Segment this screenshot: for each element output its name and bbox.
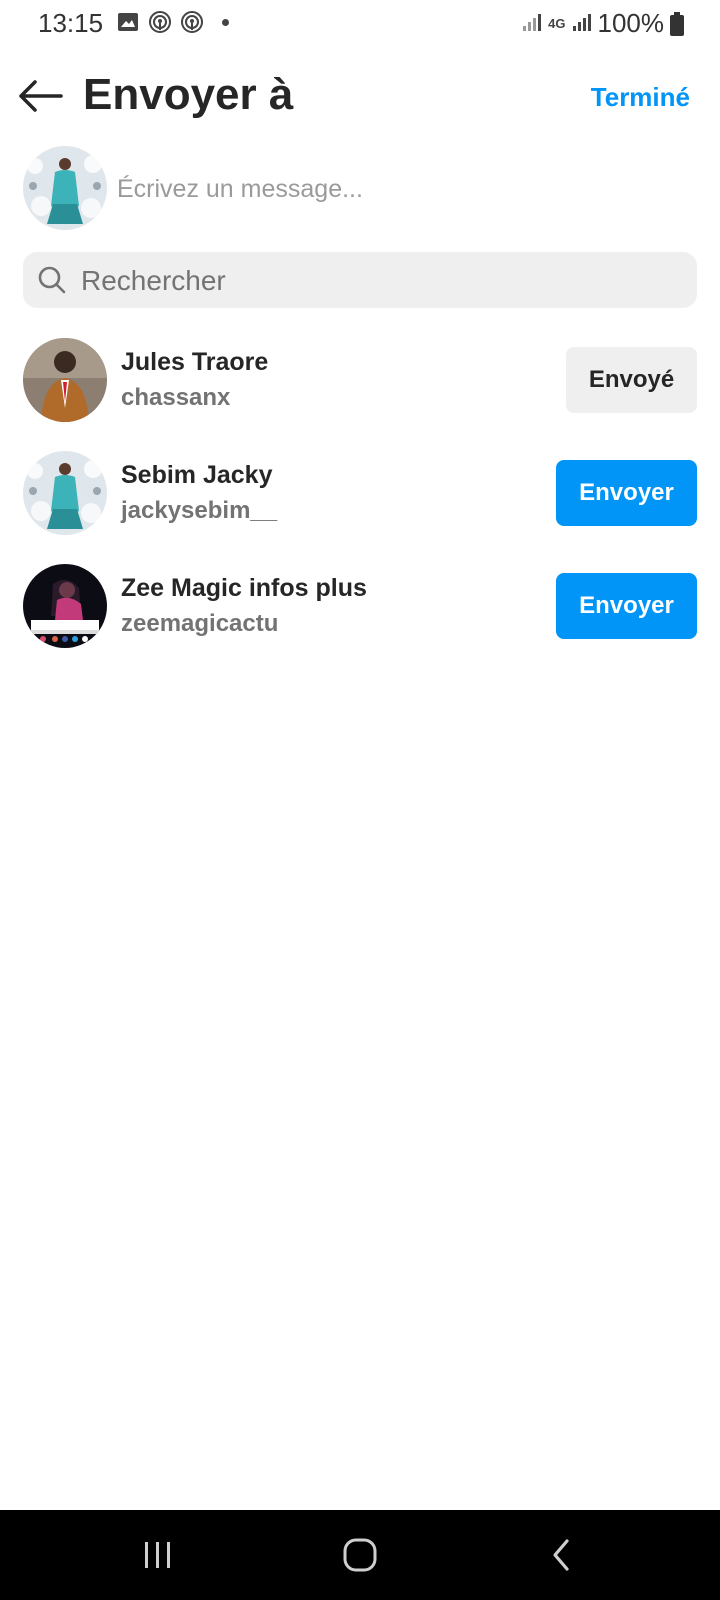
header: Envoyer à Terminé [0, 60, 720, 134]
contact-username: jackysebim__ [121, 497, 278, 524]
battery-level: 100% [597, 8, 665, 38]
contact-row[interactable]: Zee Magic infos plus zeemagicactu Envoye… [0, 562, 720, 652]
contact-username: zeemagicactu [121, 610, 279, 637]
status-time: 13:15 [38, 8, 104, 38]
home-button[interactable] [330, 1528, 390, 1582]
page-title: Envoyer à [83, 70, 294, 119]
podcast-icon [148, 10, 172, 34]
post-thumbnail [23, 146, 107, 230]
system-nav-bar [0, 1510, 720, 1600]
contact-name: Sebim Jacky [121, 461, 273, 489]
back-nav-button[interactable] [532, 1528, 592, 1582]
status-bar: 13:15 4G 100% [0, 0, 720, 46]
battery-icon [670, 11, 684, 36]
contact-row[interactable]: Jules Traore chassanx Envoyé [0, 336, 720, 426]
chevron-left-icon [553, 1539, 569, 1571]
home-icon [343, 1538, 377, 1572]
search-bar[interactable] [23, 252, 697, 308]
signal-icon [522, 8, 542, 39]
network-type: 4G [548, 15, 566, 31]
system-status: 4G 100% [522, 8, 684, 39]
contact-name: Zee Magic infos plus [121, 574, 367, 602]
send-button[interactable]: Envoyer [556, 573, 697, 639]
podcast-icon [180, 10, 204, 34]
search-input[interactable] [79, 260, 683, 302]
image-icon [116, 10, 140, 34]
recent-apps-icon [145, 1542, 170, 1568]
dot-icon [222, 18, 229, 26]
message-composer [23, 146, 697, 230]
arrow-left-icon [19, 80, 63, 112]
contact-row[interactable]: Sebim Jacky jackysebim__ Envoyer [0, 449, 720, 539]
notification-icons [116, 10, 229, 34]
avatar [23, 564, 107, 648]
avatar [23, 338, 107, 422]
avatar [23, 451, 107, 535]
back-button[interactable] [18, 76, 64, 116]
search-icon [38, 266, 66, 294]
sent-button[interactable]: Envoyé [566, 347, 697, 413]
message-input[interactable] [115, 168, 679, 210]
contact-username: chassanx [121, 384, 231, 411]
signal-icon [572, 8, 592, 39]
send-button[interactable]: Envoyer [556, 460, 697, 526]
recent-apps-button[interactable] [128, 1528, 188, 1582]
done-button[interactable]: Terminé [591, 82, 690, 113]
contact-name: Jules Traore [121, 348, 269, 376]
